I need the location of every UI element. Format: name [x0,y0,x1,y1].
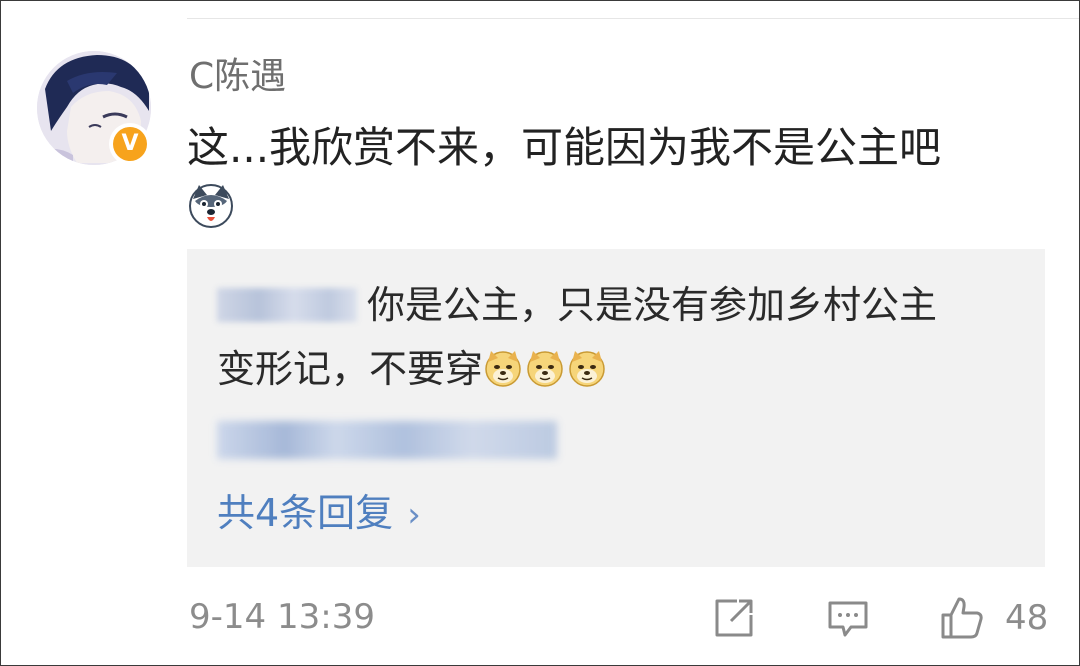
doge-emoji-icon [485,351,521,387]
doge-emoji-icon [527,351,563,387]
reply-text-line2: 变形记，不要穿 [217,347,484,391]
reply-line-1: 你是公主，只是没有参加乡村公主 [217,279,937,331]
doge-emoji-icon [569,351,605,387]
comment-text: 这...我欣赏不来，可能因为我不是公主吧 [187,123,942,172]
username[interactable]: C陈遇 [189,53,286,101]
like-count: 48 [1005,598,1049,638]
reply-text-line1: 你是公主，只是没有参加乡村公主 [367,283,938,327]
blurred-replier-name[interactable] [217,288,357,322]
comment-icon[interactable] [825,595,871,641]
comment-card: V C陈遇 这...我欣赏不来，可能因为我不是公主吧 你是公主，只是没有参加乡村… [0,0,1080,666]
chevron-right-icon: › [407,495,421,535]
verified-badge: V [109,123,151,165]
divider [187,18,1079,19]
reply-preview-box[interactable]: 你是公主，只是没有参加乡村公主 变形记，不要穿 共4条回复 › [187,249,1045,567]
husky-emoji-icon [189,184,233,228]
thumbs-up-icon[interactable] [939,595,985,641]
reply-line-2: 变形记，不要穿 [217,343,609,395]
blurred-reply-preview[interactable] [217,421,557,459]
share-icon[interactable] [711,595,757,641]
total-replies-label: 共4条回复 [217,491,394,535]
verified-v-icon: V [113,127,147,161]
timestamp: 9-14 13:39 [189,597,375,637]
view-all-replies-link[interactable]: 共4条回复 › [217,487,421,541]
